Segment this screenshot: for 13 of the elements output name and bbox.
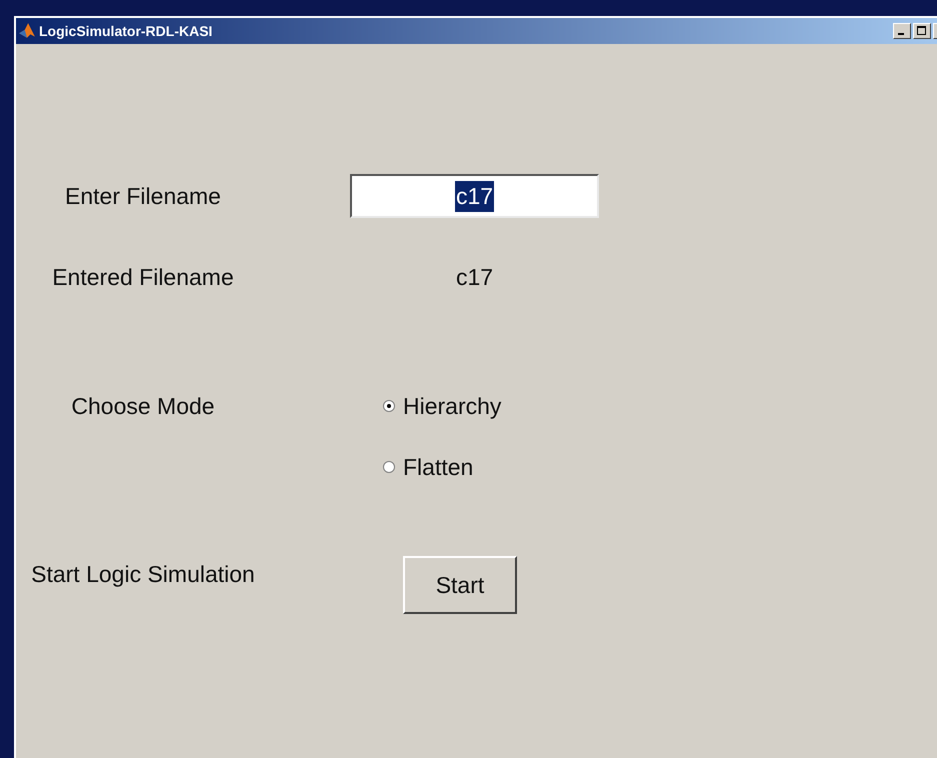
mode-label: Choose Mode — [70, 392, 216, 420]
app-icon — [18, 22, 36, 40]
minimize-button[interactable] — [893, 23, 911, 39]
start-button[interactable]: Start — [403, 556, 517, 614]
window-title: LogicSimulator-RDL-KASI — [39, 23, 214, 39]
start-label: Start Logic Simulation — [30, 561, 256, 588]
radio-option[interactable]: Hierarchy — [383, 392, 502, 420]
radio-option[interactable]: Flatten — [383, 454, 474, 480]
entered-filename-text: c17 — [454, 264, 494, 290]
filename-field[interactable]: c17 — [350, 174, 599, 218]
maximize-button[interactable] — [913, 23, 931, 39]
output-label: Entered Filename — [51, 264, 235, 290]
field-label: Enter Filename — [64, 182, 222, 210]
